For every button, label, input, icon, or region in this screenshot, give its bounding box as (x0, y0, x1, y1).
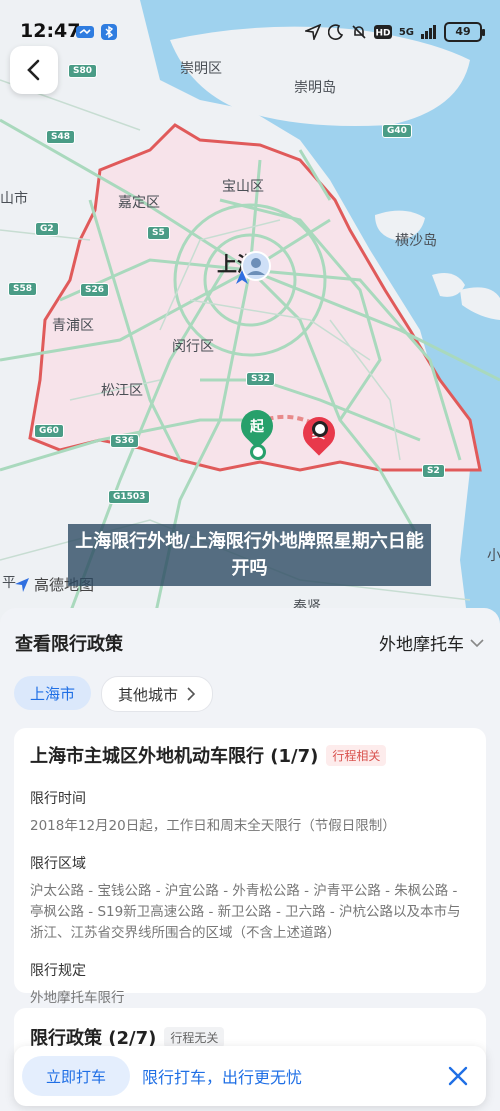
vehicle-type-select[interactable]: 外地摩托车 (379, 630, 484, 655)
road-shield: G40 (382, 124, 412, 138)
moon-icon (327, 24, 343, 40)
hd-icon: HD (373, 25, 392, 39)
policy-card-title: 上海市主城区外地机动车限行 (1/7) 行程相关 (30, 742, 470, 768)
road-shield: G1503 (108, 490, 151, 504)
bluetooth-app-icon (101, 24, 117, 40)
road-shield: G2 (35, 222, 59, 236)
road-shield: S36 (110, 434, 140, 448)
road-shield: S26 (80, 283, 110, 297)
svg-text:HD: HD (375, 29, 390, 39)
road-shield: S5 (147, 226, 170, 240)
taxi-now-button[interactable]: 立即打车 (22, 1056, 131, 1096)
status-time: 12:47 (20, 20, 81, 42)
place-qingpu: 青浦区 (52, 318, 94, 334)
restriction-area-label: 限行区域 (30, 856, 86, 872)
policy-card-1[interactable]: 上海市主城区外地机动车限行 (1/7) 行程相关 限行时间 2018年12月20… (14, 728, 486, 1006)
cloud-sync-icon (76, 26, 94, 38)
trip-related-tag: 行程相关 (326, 744, 387, 766)
place-baoshan: 宝山区 (222, 179, 264, 195)
map-view[interactable]: 12:47 HD 5G 49 崇明区 崇明岛 宝山区 嘉定区 横沙岛 上海 青浦… (0, 0, 500, 640)
signal-icon (421, 25, 436, 39)
taxi-promo-text: 限行打车，出行更无忧 (142, 1068, 303, 1087)
place-minhang: 闵行区 (172, 339, 214, 355)
place-kunshan: 山市 (0, 191, 28, 207)
policy-title: 查看限行政策 (15, 634, 123, 655)
restriction-rule-text: 外地摩托车限行 (30, 990, 125, 1006)
start-point-dot (250, 444, 266, 460)
start-label: 起 (250, 419, 264, 435)
tab-other-cities[interactable]: 其他城市 (101, 676, 214, 712)
mute-bell-icon (352, 25, 366, 39)
vehicle-type-label: 外地摩托车 (379, 635, 464, 655)
road-shield: G60 (34, 424, 64, 438)
road-shield: S80 (68, 64, 98, 78)
place-chongming-district: 崇明区 (180, 61, 222, 77)
chevron-down-icon (470, 638, 484, 647)
place-chongming-island: 崇明岛 (294, 80, 336, 96)
road-shield: S58 (8, 282, 38, 296)
road-shield: S48 (46, 130, 76, 144)
status-bar: 12:47 HD 5G 49 (0, 0, 500, 62)
back-button[interactable] (10, 46, 58, 94)
chevron-right-icon (187, 687, 196, 701)
place-small: 小 (487, 548, 500, 564)
amap-arrow-icon (15, 577, 29, 592)
place-hengsha: 横沙岛 (395, 233, 437, 249)
city-tabs: 上海市 其他城市 (14, 676, 214, 712)
article-banner: 上海限行外地/上海限行外地牌照星期六日能开吗 (68, 524, 431, 586)
end-point-dot (312, 421, 328, 437)
place-songjiang: 松江区 (101, 383, 143, 399)
policy-sheet: 查看限行政策 外地摩托车 上海市 其他城市 上海市主城区外地机动车限行 (1/7… (0, 608, 500, 1111)
user-location-icon (236, 251, 271, 284)
close-icon[interactable] (446, 1064, 470, 1088)
other-cities-label: 其他城市 (118, 685, 179, 704)
network-label: 5G (398, 26, 414, 38)
battery-indicator: 49 (444, 22, 485, 42)
restriction-time-label: 限行时间 (30, 791, 86, 807)
restriction-area-text: 沪太公路 - 宝钱公路 - 沪宜公路 - 外青松公路 - 沪青平公路 - 朱枫公… (30, 883, 461, 941)
road-shield: S2 (422, 464, 445, 478)
tab-shanghai[interactable]: 上海市 (14, 676, 92, 710)
taxi-promo-bar: 立即打车 限行打车，出行更无忧 (14, 1046, 486, 1106)
place-jiading: 嘉定区 (118, 195, 160, 211)
restriction-rule-label: 限行规定 (30, 963, 86, 979)
trip-unrelated-tag: 行程无关 (164, 1026, 225, 1048)
restriction-time-text: 2018年12月20日起，工作日和周末全天限行（节假日限制） (30, 818, 396, 834)
road-shield: S32 (246, 372, 276, 386)
location-arrow-icon (304, 24, 321, 40)
chevron-left-icon (27, 59, 40, 81)
